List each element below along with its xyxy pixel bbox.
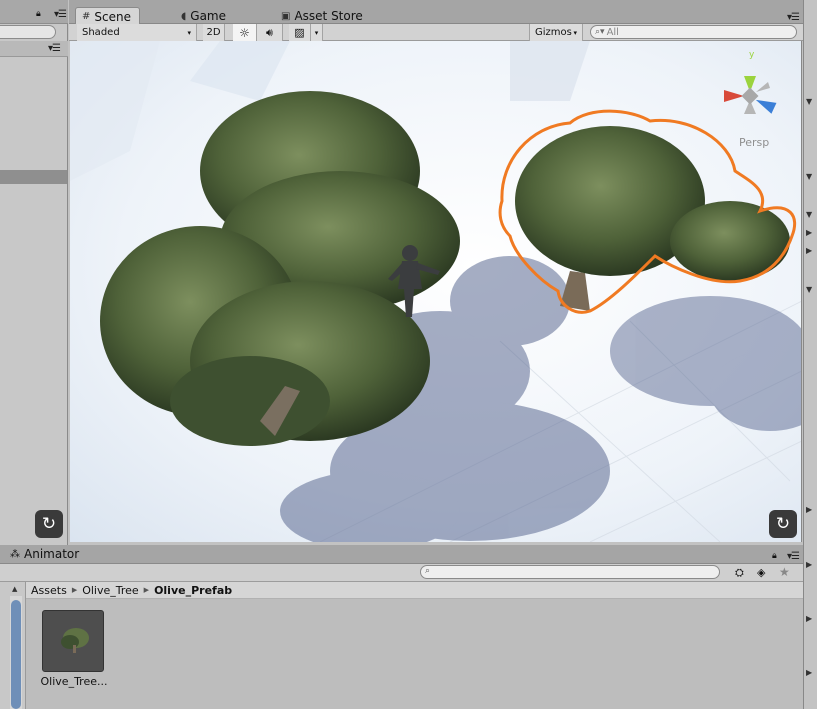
- scene-render: y Persp: [70, 41, 801, 542]
- hierarchy-refresh-button[interactable]: ↻: [35, 510, 63, 538]
- expand-arrow-icon[interactable]: ▶: [806, 560, 812, 569]
- expand-arrow-icon[interactable]: ▶: [806, 614, 812, 623]
- gizmo-y-label: y: [749, 50, 755, 60]
- grid-icon: #: [82, 11, 91, 22]
- hierarchy-tab-bar: 🔒︎ ▾☰: [0, 0, 68, 24]
- expand-arrow-icon[interactable]: ▶: [806, 505, 812, 514]
- asset-label: Olive_Tree...: [40, 675, 108, 688]
- 2d-mode-button[interactable]: 2D: [203, 24, 225, 41]
- dropdown-arrow-icon: ▾: [314, 28, 319, 37]
- filter-by-type-icon[interactable]: ⛭: [735, 566, 744, 580]
- scene-panel-menu-icon[interactable]: ▾☰: [787, 12, 800, 23]
- image-icon: ▨: [294, 26, 305, 39]
- hierarchy-search-input[interactable]: [0, 25, 56, 39]
- tab-game[interactable]: ◖ Game: [175, 7, 234, 24]
- lock-icon[interactable]: 🔒︎: [772, 551, 777, 561]
- expand-arrow-icon[interactable]: ▶: [806, 668, 812, 677]
- gizmos-dropdown[interactable]: Gizmos ▾: [529, 24, 583, 41]
- scene-lighting-toggle[interactable]: ☼: [233, 24, 257, 41]
- label-tag-icon[interactable]: ◈: [757, 566, 765, 579]
- breadcrumb-item-olive-prefab[interactable]: Olive_Prefab: [154, 584, 232, 597]
- animator-tab-bar: ⁂ Animator 🔒︎ ▾☰: [0, 545, 803, 564]
- shading-mode-label: Shaded: [82, 27, 120, 38]
- search-icon: ⌕: [425, 566, 431, 576]
- tab-animator[interactable]: ⁂ Animator: [10, 547, 79, 561]
- pacman-icon: ◖: [181, 10, 187, 22]
- project-search-input[interactable]: ⌕: [420, 565, 720, 579]
- dropdown-arrow-icon: ▾: [573, 28, 577, 37]
- hierarchy-sub-toolbar: ▾☰: [0, 41, 68, 57]
- gizmos-label: Gizmos: [535, 27, 572, 38]
- tab-asset-store-label: Asset Store: [294, 9, 363, 23]
- hierarchy-selected-row[interactable]: [0, 170, 67, 184]
- breadcrumb: Assets ▶ Olive_Tree ▶ Olive_Prefab: [26, 582, 803, 599]
- scene-viewport[interactable]: y Persp ↻: [70, 41, 802, 542]
- asset-thumbnail[interactable]: [42, 610, 104, 672]
- expand-arrow-icon[interactable]: ▶: [806, 246, 812, 255]
- sun-icon: ☼: [239, 25, 250, 40]
- breadcrumb-item-assets[interactable]: Assets: [31, 584, 67, 597]
- collapse-arrow-icon[interactable]: ▼: [806, 210, 812, 219]
- lock-icon[interactable]: 🔒︎: [36, 9, 41, 19]
- expand-arrow-icon[interactable]: ▶: [806, 228, 812, 237]
- tab-animator-label: Animator: [24, 547, 80, 561]
- scene-search-placeholder: All: [606, 26, 619, 38]
- dropdown-arrow-icon: ▾: [187, 28, 191, 37]
- chevron-right-icon: ▶: [143, 586, 150, 594]
- favorite-star-icon[interactable]: ★: [779, 565, 790, 579]
- tab-asset-store[interactable]: ▣ Asset Store: [275, 7, 371, 24]
- search-icon: ⌕▾: [595, 27, 605, 37]
- scene-tab-bar: # Scene ◖ Game ▣ Asset Store ▾☰: [69, 0, 803, 24]
- tab-scene[interactable]: # Scene: [75, 7, 140, 24]
- collapse-arrow-icon[interactable]: ▼: [806, 285, 812, 294]
- collapse-arrow-icon[interactable]: ▼: [806, 97, 812, 106]
- scroll-up-icon[interactable]: ▲: [12, 585, 17, 593]
- tab-game-label: Game: [190, 9, 227, 23]
- scene-effects-toggle[interactable]: ▨: [289, 24, 311, 41]
- animator-icon: ⁂: [10, 548, 20, 560]
- shading-mode-dropdown[interactable]: Shaded ▾: [77, 24, 197, 41]
- animator-menu-icon[interactable]: ▾☰: [787, 551, 800, 562]
- scene-toolbar: Shaded ▾ 2D ☼ 🔊︎ ▨ ▾ Gizmos ▾ ⌕▾ All: [69, 24, 803, 41]
- scene-audio-toggle[interactable]: 🔊︎: [257, 24, 283, 41]
- project-scrollbar-thumb[interactable]: [11, 600, 21, 709]
- bag-icon: ▣: [281, 10, 291, 22]
- hierarchy-panel: [0, 0, 68, 545]
- panel-menu-icon[interactable]: ▾☰: [54, 9, 67, 20]
- collapse-arrow-icon[interactable]: ▼: [806, 172, 812, 181]
- chevron-right-icon: ▶: [71, 586, 78, 594]
- speaker-icon: 🔊︎: [266, 25, 273, 39]
- breadcrumb-item-olive-tree[interactable]: Olive_Tree: [82, 584, 138, 597]
- project-asset-grid: [26, 599, 803, 709]
- hierarchy-options-icon[interactable]: ▾☰: [48, 43, 61, 54]
- refresh-icon: ↻: [775, 514, 791, 534]
- tree-prefab-icon: [61, 628, 89, 653]
- viewport-refresh-button[interactable]: ↻: [769, 510, 797, 538]
- refresh-icon: ↻: [41, 514, 57, 534]
- 2d-mode-label: 2D: [206, 27, 221, 38]
- scene-search-input[interactable]: ⌕▾ All: [590, 25, 797, 39]
- effects-dropdown[interactable]: ▾: [311, 24, 323, 41]
- projection-label: Persp: [739, 136, 769, 149]
- inspector-edge-strip: [803, 0, 817, 709]
- tab-scene-label: Scene: [94, 9, 131, 24]
